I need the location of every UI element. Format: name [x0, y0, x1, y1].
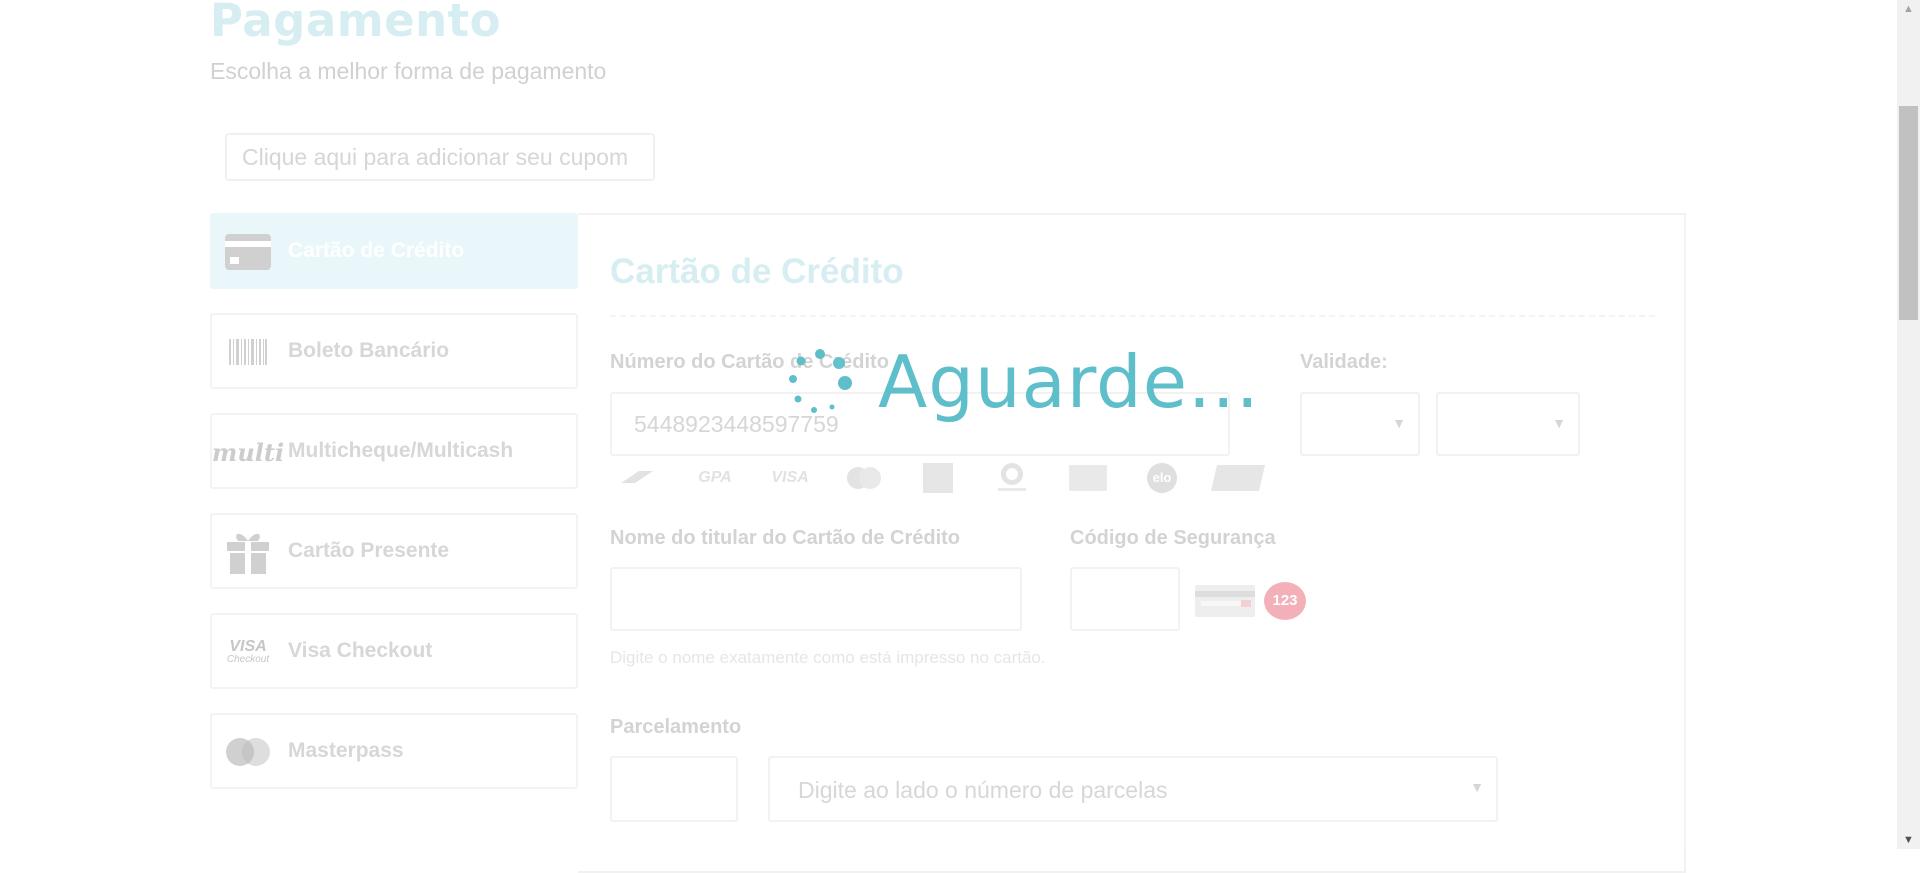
payment-page: Pagamento Escolha a melhor forma de paga… — [0, 0, 1920, 873]
loading-spinner-icon — [780, 345, 860, 425]
scroll-up-icon[interactable]: ▲ — [1897, 0, 1920, 18]
scroll-down-icon[interactable]: ▼ — [1897, 831, 1920, 849]
loading-overlay — [0, 0, 1897, 849]
scrollbar-thumb[interactable] — [1899, 106, 1918, 320]
loading-text: Aguarde... — [878, 340, 1260, 424]
